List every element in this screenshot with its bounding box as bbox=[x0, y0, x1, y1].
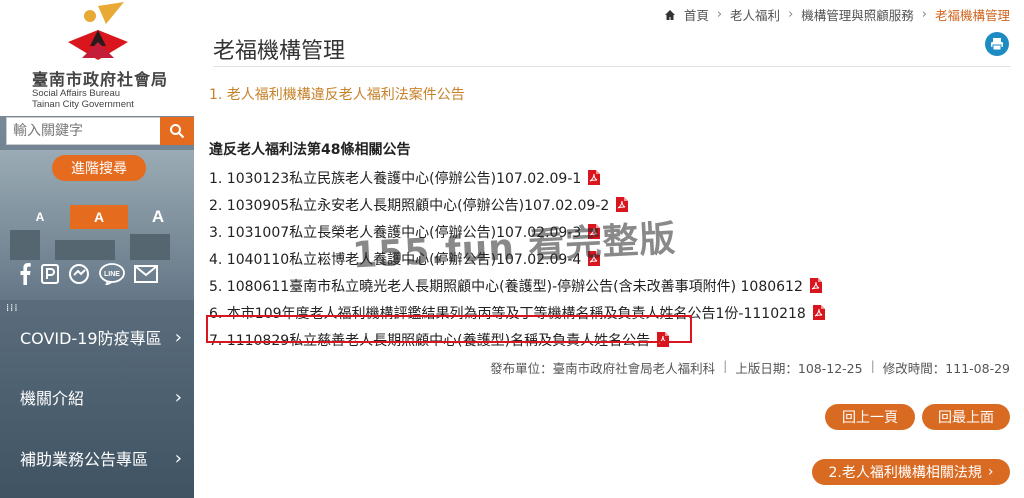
menu-item-label: 補助業務公告專區 bbox=[20, 450, 149, 469]
document-link[interactable]: 1. 1030123私立民族老人養護中心(停辦公告)107.02.09-1 bbox=[209, 168, 581, 188]
menu-item-covid[interactable]: COVID-19防疫專區 › bbox=[0, 315, 194, 359]
document-link[interactable]: 2. 1030905私立永安老人長期照顧中心(停辦公告)107.02.09-2 bbox=[209, 195, 609, 215]
org-name-zh: 臺南市政府社會局 bbox=[32, 70, 169, 89]
search-input[interactable] bbox=[6, 117, 160, 145]
chevron-right-icon: › bbox=[987, 464, 994, 480]
home-icon[interactable] bbox=[664, 9, 676, 21]
meta-divider: | bbox=[870, 358, 875, 373]
breadcrumb-item[interactable]: 機構管理與照顧服務 bbox=[801, 5, 914, 24]
menu-item-label: 機關介紹 bbox=[20, 389, 85, 408]
breadcrumb-separator: › bbox=[716, 7, 723, 22]
pdf-icon[interactable] bbox=[812, 305, 825, 320]
section-link[interactable]: 1. 老人福利機構違反老人福利法案件公告 bbox=[209, 84, 465, 104]
search-button[interactable] bbox=[160, 117, 194, 145]
bureau-logo-icon bbox=[68, 2, 128, 60]
breadcrumb: 首頁 › 老人福利 › 機構管理與照顧服務 › 老福機構管理 bbox=[664, 5, 1010, 24]
breadcrumb-item[interactable]: 老人福利 bbox=[730, 5, 780, 24]
list-item[interactable]: 1. 1030123私立民族老人養護中心(停辦公告)107.02.09-1 bbox=[209, 164, 1009, 191]
breadcrumb-separator: › bbox=[921, 7, 927, 22]
back-to-top-button[interactable]: 回最上面 bbox=[922, 404, 1010, 430]
list-item[interactable]: 5. 1080611臺南市私立曉光老人長期照顧中心(養護型)-停辦公告(含未改善… bbox=[209, 272, 1009, 299]
title-divider bbox=[213, 66, 1011, 67]
meta-divider: | bbox=[723, 358, 728, 373]
sidebar: 臺南市政府社會局 Social Affairs Bureau Tainan Ci… bbox=[0, 0, 194, 498]
advanced-search-button[interactable]: 進階搜尋 bbox=[52, 155, 146, 181]
chevron-right-icon: › bbox=[174, 326, 182, 348]
breadcrumb-current[interactable]: 老福機構管理 bbox=[935, 5, 1010, 24]
menu-item-label: COVID-19防疫專區 bbox=[20, 329, 162, 348]
social-links: LINE bbox=[18, 263, 158, 285]
logo-area[interactable]: 臺南市政府社會局 Social Affairs Bureau Tainan Ci… bbox=[0, 0, 194, 116]
breadcrumb-home[interactable]: 首頁 bbox=[684, 5, 709, 24]
mail-icon[interactable] bbox=[134, 265, 158, 283]
line-icon[interactable]: LINE bbox=[98, 263, 126, 285]
org-name-en-2: Tainan City Government bbox=[32, 99, 134, 110]
font-size-small-button[interactable]: A bbox=[28, 205, 52, 229]
org-name-en: Social Affairs Bureau bbox=[32, 88, 121, 99]
back-button[interactable]: 回上一頁 bbox=[825, 404, 915, 430]
modified-date: 修改時間：111-08-29 bbox=[882, 361, 1010, 376]
font-size-large-button[interactable]: A bbox=[145, 205, 171, 229]
more-dots-icon: ⁞⁞⁞ bbox=[6, 303, 19, 314]
facebook-icon[interactable] bbox=[18, 263, 32, 285]
svg-text:LINE: LINE bbox=[104, 271, 120, 278]
pdf-icon[interactable] bbox=[587, 170, 601, 185]
share-icon[interactable] bbox=[68, 263, 90, 285]
chevron-right-icon: › bbox=[174, 447, 182, 469]
pdf-icon[interactable] bbox=[809, 278, 822, 293]
online-date: 上版日期：108-12-25 bbox=[735, 361, 863, 376]
pdf-icon[interactable] bbox=[615, 197, 629, 212]
breadcrumb-separator: › bbox=[788, 7, 794, 22]
chevron-right-icon: › bbox=[174, 386, 182, 408]
next-section-label: 2.老人福利機構相關法規 bbox=[828, 465, 982, 481]
print-button[interactable] bbox=[985, 32, 1009, 56]
menu-item-about[interactable]: 機關介紹 › bbox=[0, 375, 194, 419]
next-section-button[interactable]: 2.老人福利機構相關法規 › bbox=[812, 459, 1010, 485]
notice-heading: 違反老人福利法第48條相關公告 bbox=[209, 142, 411, 158]
publisher: 發布單位：臺南市政府社會局老人福利科 bbox=[490, 361, 716, 376]
page-title: 老福機構管理 bbox=[213, 39, 346, 64]
font-size-medium-button[interactable]: A bbox=[70, 205, 128, 229]
highlight-box bbox=[206, 315, 692, 343]
publish-meta: 發布單位：臺南市政府社會局老人福利科 | 上版日期：108-12-25 | 修改… bbox=[490, 358, 1010, 377]
search-bar bbox=[6, 117, 194, 145]
menu-item-subsidy[interactable]: 補助業務公告專區 › bbox=[0, 436, 194, 480]
plurk-icon[interactable] bbox=[40, 263, 60, 285]
print-icon bbox=[991, 38, 1003, 51]
document-link[interactable]: 5. 1080611臺南市私立曉光老人長期照顧中心(養護型)-停辦公告(含未改善… bbox=[209, 276, 803, 296]
search-icon bbox=[170, 124, 185, 139]
